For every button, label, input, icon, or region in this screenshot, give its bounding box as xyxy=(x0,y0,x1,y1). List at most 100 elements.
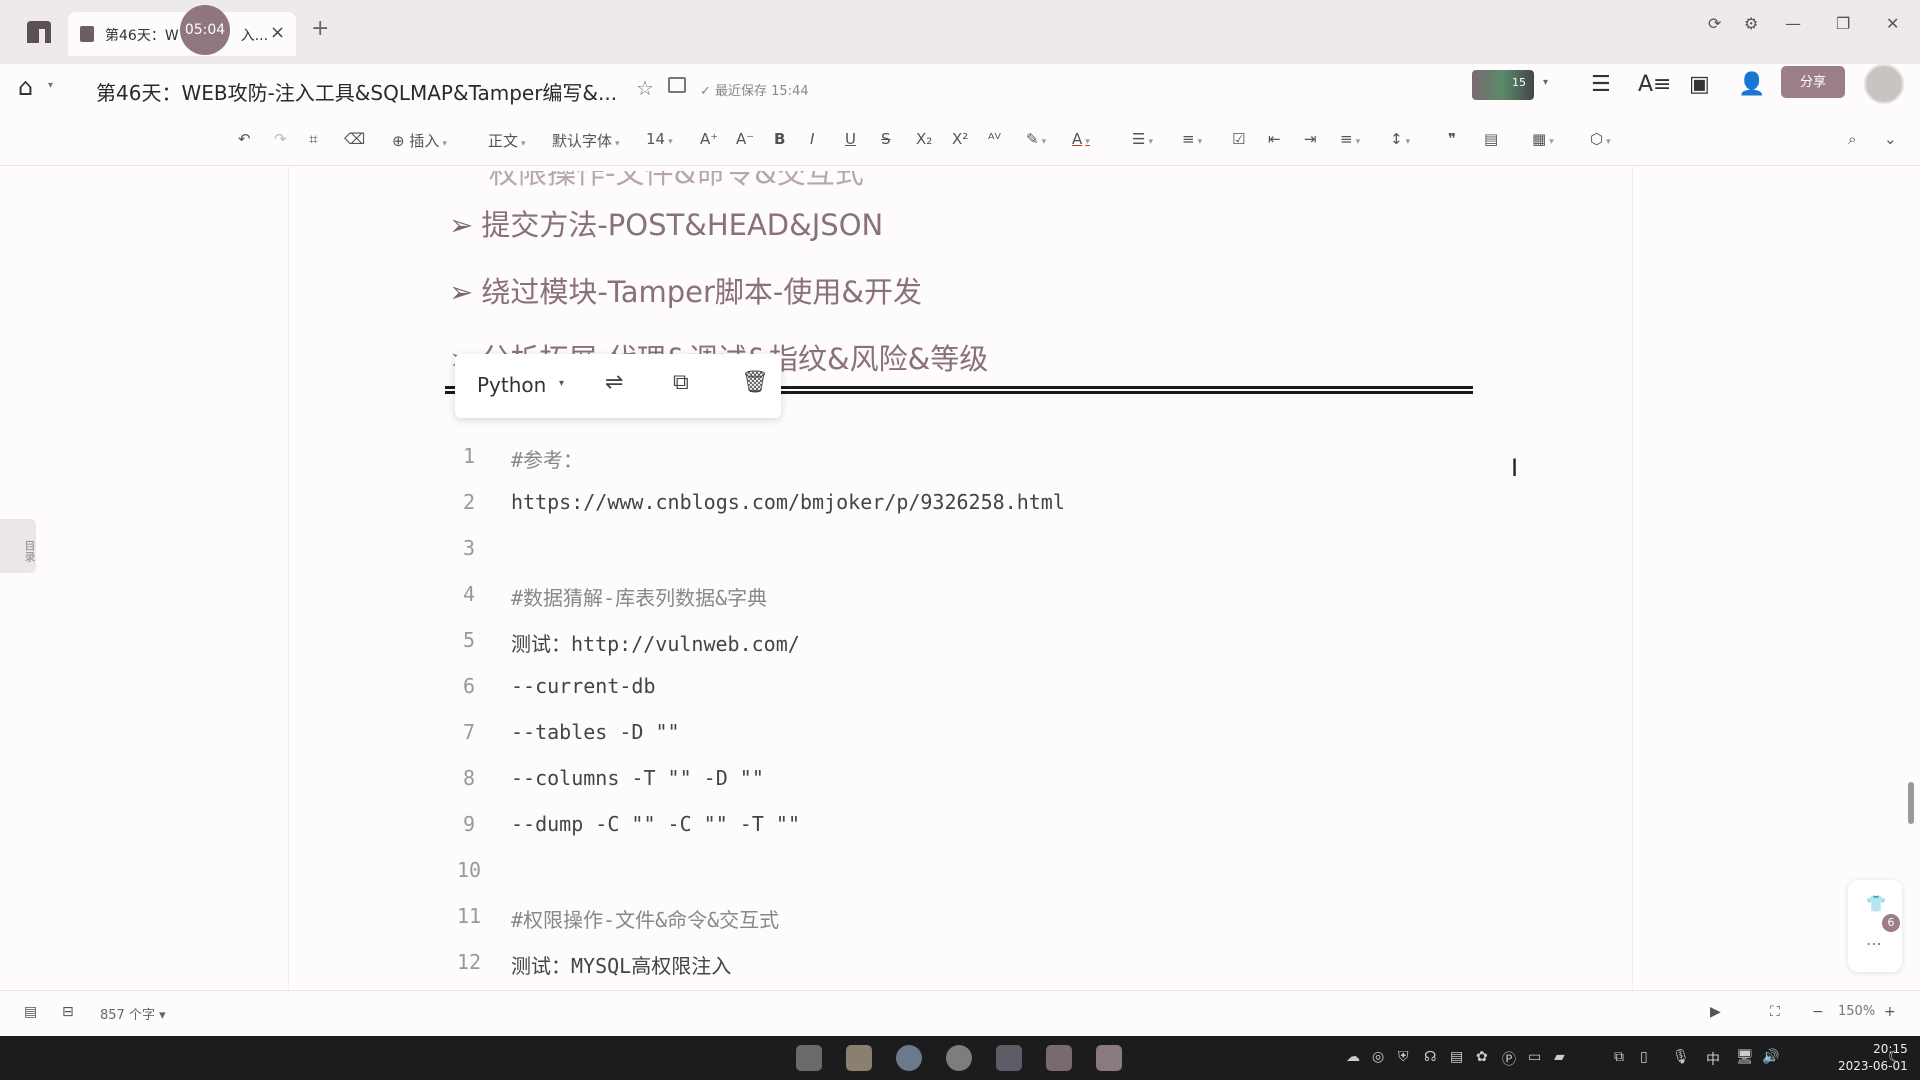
file-explorer-icon[interactable] xyxy=(846,1045,872,1071)
play-icon[interactable]: ▶ xyxy=(1710,1004,1721,1020)
word-count[interactable]: 857 个字 ▾ xyxy=(100,1004,166,1023)
copy-icon[interactable]: ⧉ xyxy=(1614,1049,1624,1065)
text-style-icon[interactable]: A≡ xyxy=(1638,72,1671,97)
taskbar: ☁ ◎ ⛨ ☊ ▤ ✿ Ⓟ ▭ ▰ ⧉ ▯ 🎙 中 🖥 🔊 20:15 2023… xyxy=(0,1036,1920,1080)
tray-icon[interactable]: ☁ xyxy=(1346,1049,1360,1065)
restore-icon[interactable]: ❐ xyxy=(1836,14,1850,33)
align-icon[interactable]: ≡ ▾ xyxy=(1340,130,1360,148)
strikethrough-icon[interactable]: S xyxy=(881,130,891,148)
page-view-icon[interactable]: ⊟ xyxy=(62,1004,74,1020)
block-icon[interactable]: ▤ xyxy=(1484,130,1498,148)
bullet-list-icon[interactable]: ☰ ▾ xyxy=(1132,130,1153,148)
notes-app-icon[interactable] xyxy=(1046,1045,1072,1071)
paragraph-style-select[interactable]: 正文 ▾ xyxy=(488,130,526,151)
chrome-icon[interactable] xyxy=(946,1045,972,1071)
title-bar: 第46天：W 入... × 05:04 + ⟳ ⚙ — ❐ ✕ xyxy=(0,0,1920,64)
outdent-icon[interactable]: ⇤ xyxy=(1268,130,1281,148)
chevron-down-icon[interactable]: ▾ xyxy=(1543,77,1548,88)
tray-icon[interactable]: ⛨ xyxy=(1398,1049,1409,1065)
notification-badge: 6 xyxy=(1882,914,1900,932)
zoom-out-button[interactable]: − xyxy=(1812,1004,1824,1020)
subscript-icon[interactable]: X₂ xyxy=(916,130,932,148)
avatar-count: 15 xyxy=(1512,76,1526,89)
document-page: 权限操作-文件&命令&交互式 ➢ 提交方法-POST&HEAD&JSON ➢ 绕过模… xyxy=(288,166,1633,990)
redo-icon[interactable]: ↷ xyxy=(274,130,287,148)
tray-icon[interactable]: ▰ xyxy=(1554,1049,1565,1065)
font-select[interactable]: 默认字体 ▾ xyxy=(552,130,620,151)
copy-icon[interactable]: ⧉ xyxy=(673,370,689,395)
text-cursor-icon: I xyxy=(1511,454,1519,482)
insert-menu[interactable]: ⊕ 插入 ▾ xyxy=(392,130,447,151)
outline-view-icon[interactable]: ▤ xyxy=(24,1004,37,1020)
eraser-icon[interactable]: ⌫ xyxy=(344,130,365,148)
underline-icon[interactable]: U xyxy=(845,130,856,148)
sync-icon[interactable]: ⟳ xyxy=(1708,14,1721,33)
collaborate-icon[interactable]: 👤 xyxy=(1738,72,1765,97)
chevron-down-icon[interactable]: ▾ xyxy=(559,378,564,389)
fullscreen-icon[interactable]: ⛶ xyxy=(1770,1004,1780,1020)
shirt-icon[interactable]: 👕 xyxy=(1866,894,1886,913)
microphone-icon[interactable]: 🎙 xyxy=(1672,1049,1690,1065)
ime-indicator[interactable]: 中 xyxy=(1706,1049,1720,1069)
minimize-icon[interactable]: — xyxy=(1785,14,1801,33)
more-icon[interactable]: ⋯ xyxy=(1866,934,1882,953)
tray-icon[interactable]: Ⓟ xyxy=(1502,1049,1516,1069)
new-tab-button[interactable]: + xyxy=(311,16,329,41)
start-icon[interactable] xyxy=(796,1045,822,1071)
edge-icon[interactable] xyxy=(896,1045,922,1071)
table-icon[interactable]: ▦ ▾ xyxy=(1532,130,1554,148)
app-logo-icon[interactable] xyxy=(24,19,54,45)
close-window-icon[interactable]: ✕ xyxy=(1886,14,1899,33)
share-button[interactable]: 分享 xyxy=(1781,66,1845,98)
undo-icon[interactable]: ↶ xyxy=(238,130,251,148)
home-icon[interactable]: ⌂ xyxy=(18,73,33,101)
format-painter-icon[interactable]: ⌗ xyxy=(309,130,317,148)
highlight-icon[interactable]: ✎ ▾ xyxy=(1026,130,1046,148)
numbered-list-icon[interactable]: ≡ ▾ xyxy=(1182,130,1202,148)
move-icon[interactable] xyxy=(668,77,686,93)
checklist-icon[interactable]: ☑ xyxy=(1232,130,1245,148)
char-spacing-icon[interactable]: ᴬⱽ xyxy=(988,130,1001,148)
chevron-down-icon[interactable]: ▾ xyxy=(48,80,53,91)
zoom-level[interactable]: 150% xyxy=(1838,1004,1875,1019)
recording-timer: 05:04 xyxy=(180,5,230,55)
zoom-in-button[interactable]: + xyxy=(1884,1004,1896,1020)
vm-icon[interactable] xyxy=(996,1045,1022,1071)
tray-icon[interactable]: ☊ xyxy=(1424,1049,1436,1065)
settings-icon[interactable]: ⚙ xyxy=(1744,14,1758,33)
present-icon[interactable]: ▣ xyxy=(1689,72,1710,97)
close-tab-icon[interactable]: × xyxy=(270,22,285,43)
tray-icon[interactable]: ▭ xyxy=(1528,1049,1541,1065)
indent-icon[interactable]: ⇥ xyxy=(1304,130,1317,148)
scrollbar[interactable] xyxy=(1908,782,1914,824)
tray-icon[interactable]: ▤ xyxy=(1450,1049,1463,1065)
volume-icon[interactable]: 🔊 xyxy=(1762,1049,1779,1065)
tray-icon[interactable]: ◎ xyxy=(1372,1049,1384,1065)
font-size-select[interactable]: 14 ▾ xyxy=(646,130,673,148)
search-icon[interactable]: ⌕ xyxy=(1848,130,1856,148)
outline-button[interactable]: 目录 xyxy=(0,519,36,573)
bold-icon[interactable]: B xyxy=(774,130,785,148)
decrease-font-icon[interactable]: A⁻ xyxy=(736,130,754,148)
increase-font-icon[interactable]: A⁺ xyxy=(700,130,718,148)
chevron-down-icon[interactable]: ⌄ xyxy=(1884,130,1897,148)
star-icon[interactable]: ☆ xyxy=(636,76,654,100)
battery-icon[interactable]: ▯ xyxy=(1640,1049,1648,1065)
app-icon[interactable] xyxy=(1096,1045,1122,1071)
font-color-icon[interactable]: A ▾ xyxy=(1072,130,1090,148)
line-spacing-icon[interactable]: ↕ ▾ xyxy=(1390,130,1410,148)
network-icon[interactable]: 🖥 xyxy=(1736,1049,1754,1065)
language-select[interactable]: Python xyxy=(477,373,546,397)
italic-icon[interactable]: I xyxy=(810,130,814,148)
moon-icon[interactable]: ☾ xyxy=(1888,1049,1901,1065)
wrap-text-icon[interactable]: ⇌ xyxy=(605,370,623,395)
avatar[interactable] xyxy=(1864,64,1904,104)
tray-icon[interactable]: ✿ xyxy=(1476,1049,1488,1065)
document-title[interactable]: 第46天：WEB攻防-注入工具&SQLMAP&Tamper编写&... xyxy=(96,77,617,106)
delete-icon[interactable]: 🗑 xyxy=(741,370,769,395)
menu-icon[interactable]: ☰ xyxy=(1591,72,1611,97)
plugin-icon[interactable]: ⬡ ▾ xyxy=(1590,130,1611,148)
quote-icon[interactable]: ❞ xyxy=(1448,130,1456,148)
collaborator-avatars[interactable]: 15 xyxy=(1472,70,1534,100)
superscript-icon[interactable]: X² xyxy=(952,130,968,148)
